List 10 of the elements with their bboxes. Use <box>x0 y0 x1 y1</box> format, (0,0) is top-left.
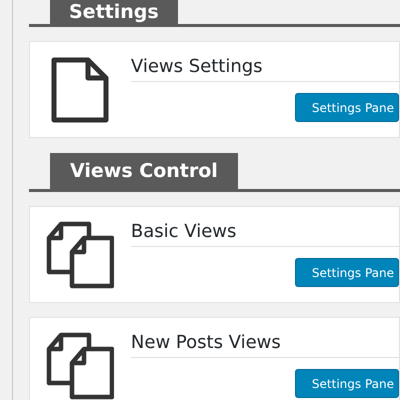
settings-button[interactable]: Settings Pane <box>294 369 399 398</box>
documents-icon <box>46 221 114 289</box>
section-heading: Settings <box>50 0 178 24</box>
settings-button[interactable]: Settings Pane <box>294 258 399 287</box>
card-title: Views Settings <box>130 56 399 82</box>
section-heading: Views Control <box>50 153 238 189</box>
document-icon <box>50 56 110 124</box>
settings-button[interactable]: Settings Pane <box>294 93 399 122</box>
card-title: Basic Views <box>130 221 399 247</box>
card-title: New Posts Views <box>130 332 399 358</box>
